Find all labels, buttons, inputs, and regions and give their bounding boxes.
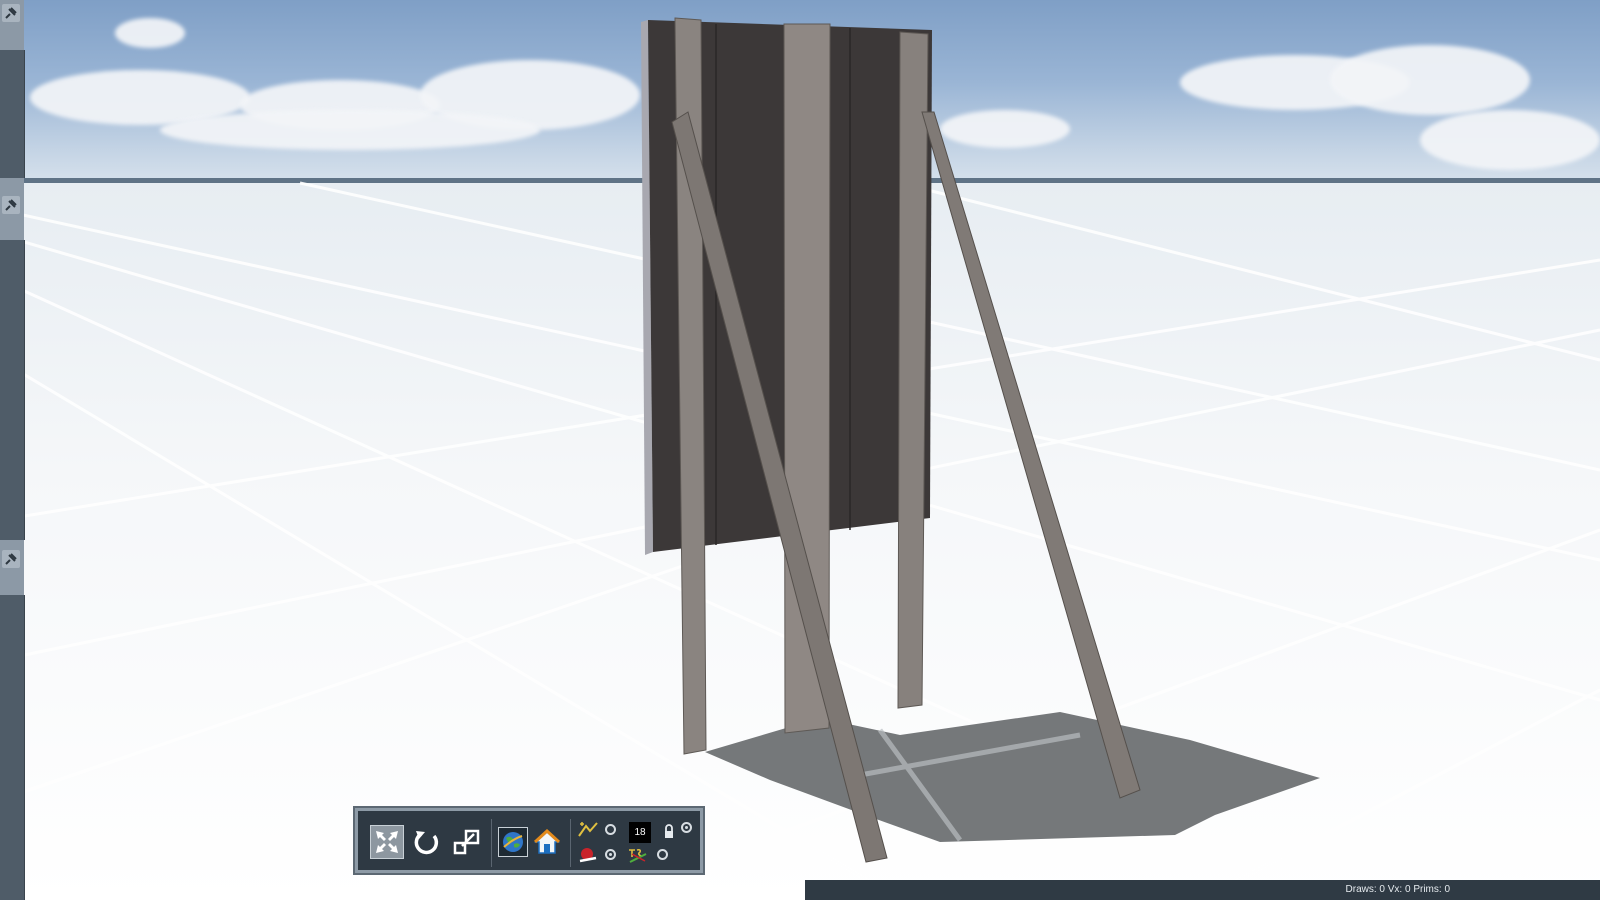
- post-right: [897, 31, 929, 709]
- terrain-snap-radio[interactable]: [605, 824, 616, 835]
- render-stats: Draws: 0 Vx: 0 Prims: 0: [1345, 884, 1450, 895]
- scale-icon: [453, 829, 480, 855]
- scale-tool-button[interactable]: [450, 825, 484, 859]
- snap-counter[interactable]: 18: [629, 822, 651, 843]
- rotate-tool-button[interactable]: [410, 825, 444, 859]
- move-tool-button[interactable]: [370, 825, 404, 859]
- dock-panel-3[interactable]: [0, 595, 25, 900]
- dock-panel-2[interactable]: [0, 240, 25, 540]
- terrain-snap-button[interactable]: [577, 819, 599, 839]
- toolbar-separator: [570, 819, 571, 867]
- ts-snap-button[interactable]: [627, 845, 649, 865]
- lock-icon: [665, 824, 673, 838]
- ts-icon: [629, 848, 647, 863]
- pin-icon[interactable]: [2, 550, 20, 568]
- left-dock: [0, 0, 25, 900]
- world-view-button[interactable]: [496, 825, 530, 859]
- move-arrows-icon: [376, 831, 398, 853]
- home-view-button[interactable]: [530, 825, 564, 859]
- object-icon: [579, 848, 597, 863]
- object-snap-button[interactable]: [577, 845, 599, 865]
- globe-icon: [503, 832, 523, 852]
- lock-radio[interactable]: [681, 822, 692, 833]
- home-icon: [534, 829, 560, 854]
- toolbar-separator: [491, 819, 492, 867]
- 3d-viewport[interactable]: [0, 0, 1600, 900]
- scene-canvas[interactable]: [0, 0, 1600, 900]
- transform-toolbar: 18: [353, 806, 705, 875]
- dock-panel-1[interactable]: [0, 50, 25, 178]
- pin-icon[interactable]: [2, 4, 20, 22]
- lock-button[interactable]: [658, 822, 680, 842]
- ts-snap-radio[interactable]: [657, 849, 668, 860]
- object-snap-radio[interactable]: [605, 849, 616, 860]
- terrain-icon: [578, 822, 598, 837]
- status-bar: Draws: 0 Vx: 0 Prims: 0: [805, 880, 1600, 900]
- rotate-icon: [414, 831, 439, 855]
- pin-icon[interactable]: [2, 196, 20, 214]
